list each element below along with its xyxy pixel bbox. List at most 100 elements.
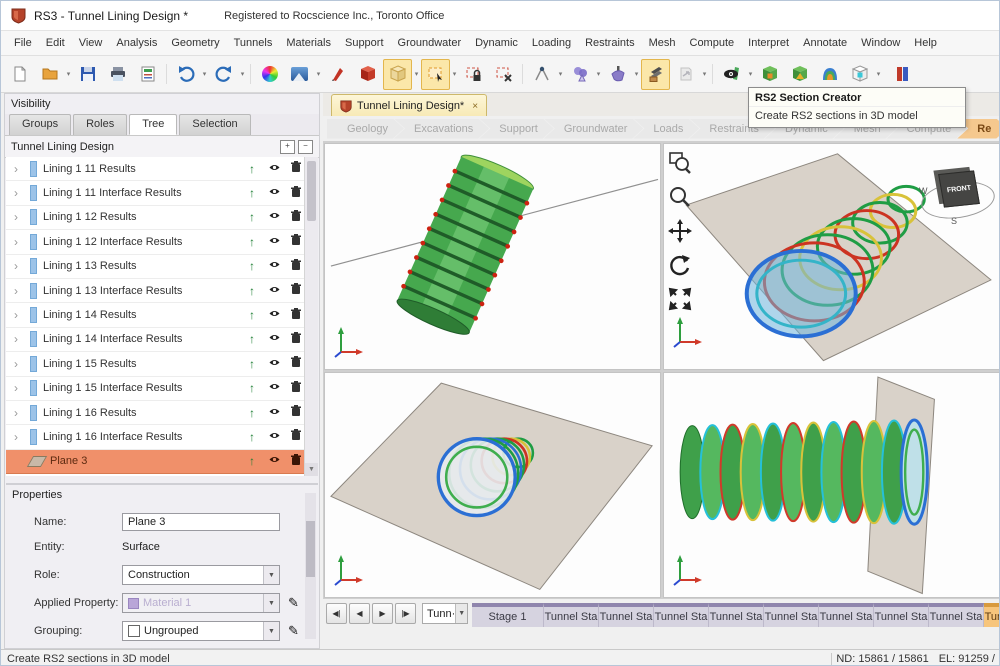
move-up-icon[interactable]: ↑ [244,357,260,371]
visibility-eye-icon[interactable] [266,454,282,468]
viewport-top-left[interactable] [324,143,661,370]
visibility-eye-icon[interactable] [266,162,282,176]
viewport-top-right[interactable]: FRONT W S [663,143,1000,370]
expand-icon[interactable]: › [14,381,24,395]
tab-groups[interactable]: Groups [9,114,71,135]
expand-all-button[interactable]: + [280,140,295,154]
zoom-icon[interactable] [667,184,693,210]
view-cube[interactable]: FRONT W S [921,166,995,228]
open-file-button[interactable] [35,59,64,90]
delete-icon[interactable] [288,186,304,201]
expand-icon[interactable]: › [14,259,24,273]
stage-tab[interactable]: Tunnel Sta [544,603,599,627]
measure-dropdown[interactable]: ▾ [557,70,564,78]
rs2-section-creator-button[interactable] [641,59,670,90]
tab-selection[interactable]: Selection [179,114,250,135]
menu-dynamic[interactable]: Dynamic [468,33,525,53]
menu-compute[interactable]: Compute [683,33,742,53]
tree-row[interactable]: ›Lining 1 13 Results↑ [6,255,304,279]
tree-row-selected[interactable]: Plane 3↑ [6,450,304,474]
tree-row[interactable]: ›Lining 1 15 Results↑ [6,352,304,376]
redo-button[interactable] [209,59,238,90]
move-up-icon[interactable]: ↑ [244,284,260,298]
delete-icon[interactable] [288,429,304,444]
visibility-eye-icon[interactable] [266,259,282,273]
menu-loading[interactable]: Loading [525,33,578,53]
role-select[interactable]: Construction ▼ [122,565,280,585]
ungrouped-checkbox[interactable] [128,625,140,637]
tree-row[interactable]: ›Lining 1 11 Results↑ [6,157,304,181]
tree-scroll-down-arrow[interactable]: ▼ [305,463,318,476]
next-stage-button[interactable]: ▶ [372,603,393,624]
visibility-eye-icon[interactable] [266,210,282,224]
viewport-bottom-right[interactable] [663,372,1000,599]
tab-roles[interactable]: Roles [73,114,127,135]
tree-row[interactable]: ›Lining 1 13 Interface Results↑ [6,279,304,303]
menu-materials[interactable]: Materials [279,33,338,53]
expand-icon[interactable]: › [14,430,24,444]
annotate-marker-button[interactable] [323,59,352,90]
delete-icon[interactable] [288,381,304,396]
visibility-eye-icon[interactable] [266,332,282,346]
stage-tab[interactable]: Tunnel Sta [764,603,819,627]
selection-clear-button[interactable] [489,59,518,90]
move-up-icon[interactable]: ↑ [244,381,260,395]
delete-icon[interactable] [288,454,304,469]
color-options-button[interactable] [255,59,284,90]
contour-surface-button[interactable] [815,59,844,90]
delete-icon[interactable] [288,259,304,274]
menu-groundwater[interactable]: Groundwater [391,33,469,53]
stage-tab[interactable]: Stage 1 [472,603,544,627]
transparent-cube-dropdown[interactable]: ▾ [875,70,882,78]
properties-scrollbar[interactable] [305,493,316,639]
print-button[interactable] [103,59,132,90]
visibility-eye-icon[interactable] [266,430,282,444]
delete-icon[interactable] [288,308,304,323]
close-tab-icon[interactable]: × [472,101,478,112]
stage-tab-active[interactable]: Tunnel Sta [984,603,1000,627]
zoom-extents-icon[interactable] [667,286,693,312]
export-section-dropdown[interactable]: ▾ [701,70,708,78]
tree-row[interactable]: ›Lining 1 15 Interface Results↑ [6,377,304,401]
rotate-icon[interactable] [667,252,693,278]
undo-button[interactable] [171,59,200,90]
expand-icon[interactable]: › [14,186,24,200]
move-up-icon[interactable]: ↑ [244,332,260,346]
tree-row[interactable]: ›Lining 1 14 Results↑ [6,303,304,327]
move-up-icon[interactable]: ↑ [244,210,260,224]
expand-icon[interactable]: › [14,332,24,346]
delete-icon[interactable] [288,356,304,371]
contour-iso-button[interactable] [785,59,814,90]
menu-interpret[interactable]: Interpret [741,33,796,53]
stage-tab[interactable]: Tunnel Sta [819,603,874,627]
name-input[interactable]: Plane 3 [122,513,280,531]
visibility-eye-icon[interactable] [266,308,282,322]
expand-icon[interactable]: › [14,406,24,420]
menu-help[interactable]: Help [907,33,944,53]
measure-tool-button[interactable] [527,59,556,90]
pan-icon[interactable] [667,218,693,244]
select-window-button[interactable] [421,59,450,90]
delete-icon[interactable] [288,332,304,347]
tree-row[interactable]: ›Lining 1 12 Interface Results↑ [6,230,304,254]
export-section-button[interactable] [671,59,700,90]
visibility-eye-icon[interactable] [266,235,282,249]
open-file-dropdown[interactable]: ▾ [65,70,72,78]
move-up-icon[interactable]: ↑ [244,406,260,420]
expand-icon[interactable]: › [14,308,24,322]
selection-lock-button[interactable] [459,59,488,90]
workflow-tab-groundwater[interactable]: Groundwater [544,119,644,139]
menu-restraints[interactable]: Restraints [578,33,642,53]
move-up-icon[interactable]: ↑ [244,259,260,273]
stage-selector[interactable]: Tunn· ▼ [422,603,468,624]
delete-icon[interactable] [288,405,304,420]
workflow-tab-geology[interactable]: Geology [327,119,404,139]
tree-scrollbar-thumb[interactable] [307,161,316,221]
undo-dropdown[interactable]: ▾ [201,70,208,78]
previous-stage-button[interactable]: ◀ [349,603,370,624]
viewport-bottom-left[interactable] [324,372,661,599]
tree-row[interactable]: ›Lining 1 14 Interface Results↑ [6,328,304,352]
last-stage-button[interactable]: |▶ [395,603,416,624]
delete-icon[interactable] [288,210,304,225]
edit-applied-property-icon[interactable]: ✎ [288,595,299,611]
